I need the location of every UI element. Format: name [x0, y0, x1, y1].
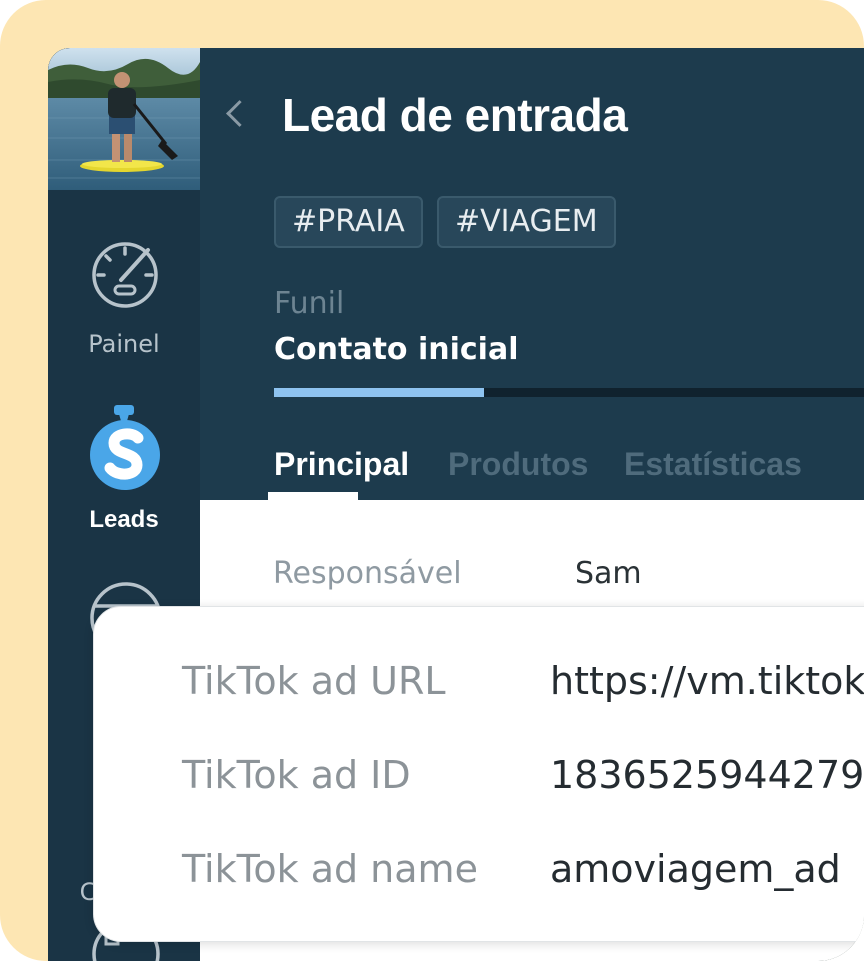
sidebar-item-label: Leads: [89, 506, 159, 533]
field-value-responsavel[interactable]: Sam: [575, 556, 642, 591]
tab-estatisticas[interactable]: Estatísticas: [624, 446, 802, 483]
tiktok-ad-name-label: TikTok ad name: [182, 847, 478, 891]
field-label-responsavel: Responsável: [273, 556, 462, 591]
funnel-progress-bar: [274, 388, 864, 397]
sidebar-item-label: Painel: [88, 330, 160, 358]
active-tab-indicator: [268, 492, 358, 500]
tab-produtos[interactable]: Produtos: [448, 446, 588, 483]
funnel-stage[interactable]: Contato inicial: [274, 332, 518, 367]
page-title: Lead de entrada: [282, 89, 628, 141]
tiktok-ad-url-value[interactable]: https://vm.tiktok.: [550, 659, 864, 703]
dollar-bag-icon: [90, 405, 160, 490]
tab-principal[interactable]: Principal: [274, 446, 409, 483]
chevron-left-icon[interactable]: [226, 100, 253, 127]
speedometer-icon: [92, 242, 158, 308]
app-frame: Painel Leads C Lead de entrada #PRAIA #V…: [0, 0, 864, 961]
tiktok-ad-url-label: TikTok ad URL: [182, 659, 446, 703]
funnel-progress-fill: [274, 388, 484, 397]
tag-praia[interactable]: #PRAIA: [274, 196, 423, 248]
tiktok-ad-card: TikTok ad URL https://vm.tiktok. TikTok …: [93, 606, 864, 942]
avatar[interactable]: [48, 48, 200, 190]
tag-viagem[interactable]: #VIAGEM: [437, 196, 616, 248]
tiktok-ad-name-value[interactable]: amoviagem_ad: [550, 847, 841, 891]
funnel-caption: Funil: [274, 286, 345, 321]
tiktok-ad-id-label: TikTok ad ID: [182, 753, 411, 797]
tiktok-ad-id-value[interactable]: 1836525944279: [550, 753, 864, 797]
